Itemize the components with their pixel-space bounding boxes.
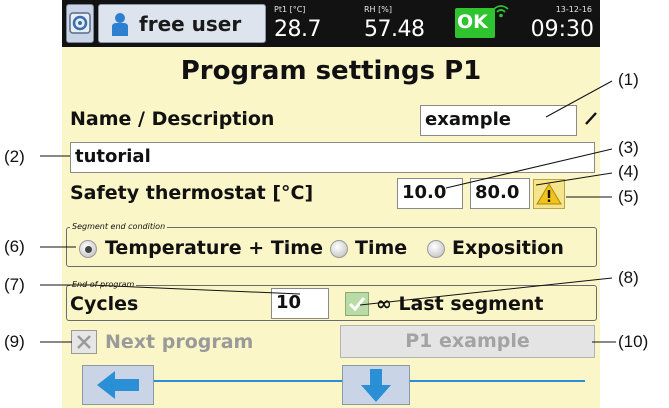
page-title: Program settings P1	[180, 56, 482, 86]
pencil-icon[interactable]	[583, 110, 599, 126]
radio-exposition[interactable]	[427, 240, 445, 258]
clock: 13-12-16 09:30	[530, 4, 598, 43]
temperature-readout: Pt1 [°C] 28.7	[274, 4, 344, 43]
date-text: 13-12-16	[555, 5, 592, 14]
last-segment-checkbox[interactable]	[345, 292, 369, 316]
safety-thermostat-label: Safety thermostat [°C]	[70, 182, 314, 204]
temperature-label: Pt1 [°C]	[274, 5, 306, 14]
user-icon	[112, 13, 128, 36]
checkmark-icon	[348, 297, 366, 312]
next-program-checkbox[interactable]	[71, 330, 97, 354]
callout-6: (6)	[4, 237, 25, 256]
user-button[interactable]: free user	[98, 4, 266, 43]
callout-1: (1)	[618, 70, 639, 89]
next-page-button[interactable]	[342, 365, 410, 405]
time-text: 09:30	[530, 17, 594, 42]
user-label: free user	[139, 12, 242, 36]
callout-4: (4)	[618, 162, 639, 181]
status-ok-text: OK	[457, 11, 488, 33]
thermostat-max-input[interactable]: 80.0	[470, 178, 530, 209]
radio-temperature-time[interactable]	[79, 240, 97, 258]
nav-divider	[82, 380, 585, 382]
radio-exposition-label[interactable]: Exposition	[452, 237, 564, 259]
callout-2: (2)	[4, 147, 25, 166]
humidity-label: RH [%]	[364, 5, 392, 14]
cycles-input[interactable]: 10	[271, 288, 329, 319]
radio-time-label[interactable]: Time	[355, 237, 407, 259]
back-button[interactable]	[82, 365, 154, 405]
end-of-program-title: End of program	[70, 280, 137, 289]
thermostat-min-input[interactable]: 10.0	[397, 178, 463, 209]
cross-icon	[77, 335, 91, 349]
humidity-readout: RH [%] 57.48	[364, 4, 444, 43]
callout-7: (7)	[4, 275, 25, 294]
arrow-down-icon	[361, 369, 391, 402]
warning-icon	[536, 183, 562, 205]
next-program-label[interactable]: Next program	[105, 331, 253, 353]
radio-temperature-time-label[interactable]: Temperature + Time	[105, 237, 323, 259]
callout-9: (9)	[4, 332, 25, 351]
warning-button[interactable]	[533, 179, 565, 209]
device-screen: free user Pt1 [°C] 28.7 RH [%] 57.48 OK …	[62, 0, 600, 408]
callout-3: (3)	[618, 138, 639, 157]
last-segment-label[interactable]: ∞ Last segment	[376, 293, 543, 315]
radio-time[interactable]	[330, 240, 348, 258]
name-description-label: Name / Description	[70, 108, 275, 130]
status-bar: free user Pt1 [°C] 28.7 RH [%] 57.48 OK …	[62, 0, 600, 47]
callout-5: (5)	[618, 187, 639, 206]
wifi-icon	[493, 5, 509, 18]
cycles-label: Cycles	[70, 293, 139, 315]
temperature-value: 28.7	[274, 17, 321, 42]
callout-8: (8)	[618, 268, 639, 287]
arrow-left-icon	[97, 371, 139, 399]
description-input[interactable]: tutorial	[70, 142, 595, 173]
callout-10: (10)	[618, 332, 649, 351]
next-program-select-button[interactable]: P1 example	[340, 325, 595, 358]
app-menu-icon[interactable]	[66, 4, 94, 43]
segment-end-title: Segment end condition	[70, 222, 168, 231]
status-ok-badge[interactable]: OK	[455, 8, 495, 38]
humidity-value: 57.48	[364, 17, 425, 42]
name-input[interactable]: example	[420, 105, 577, 136]
